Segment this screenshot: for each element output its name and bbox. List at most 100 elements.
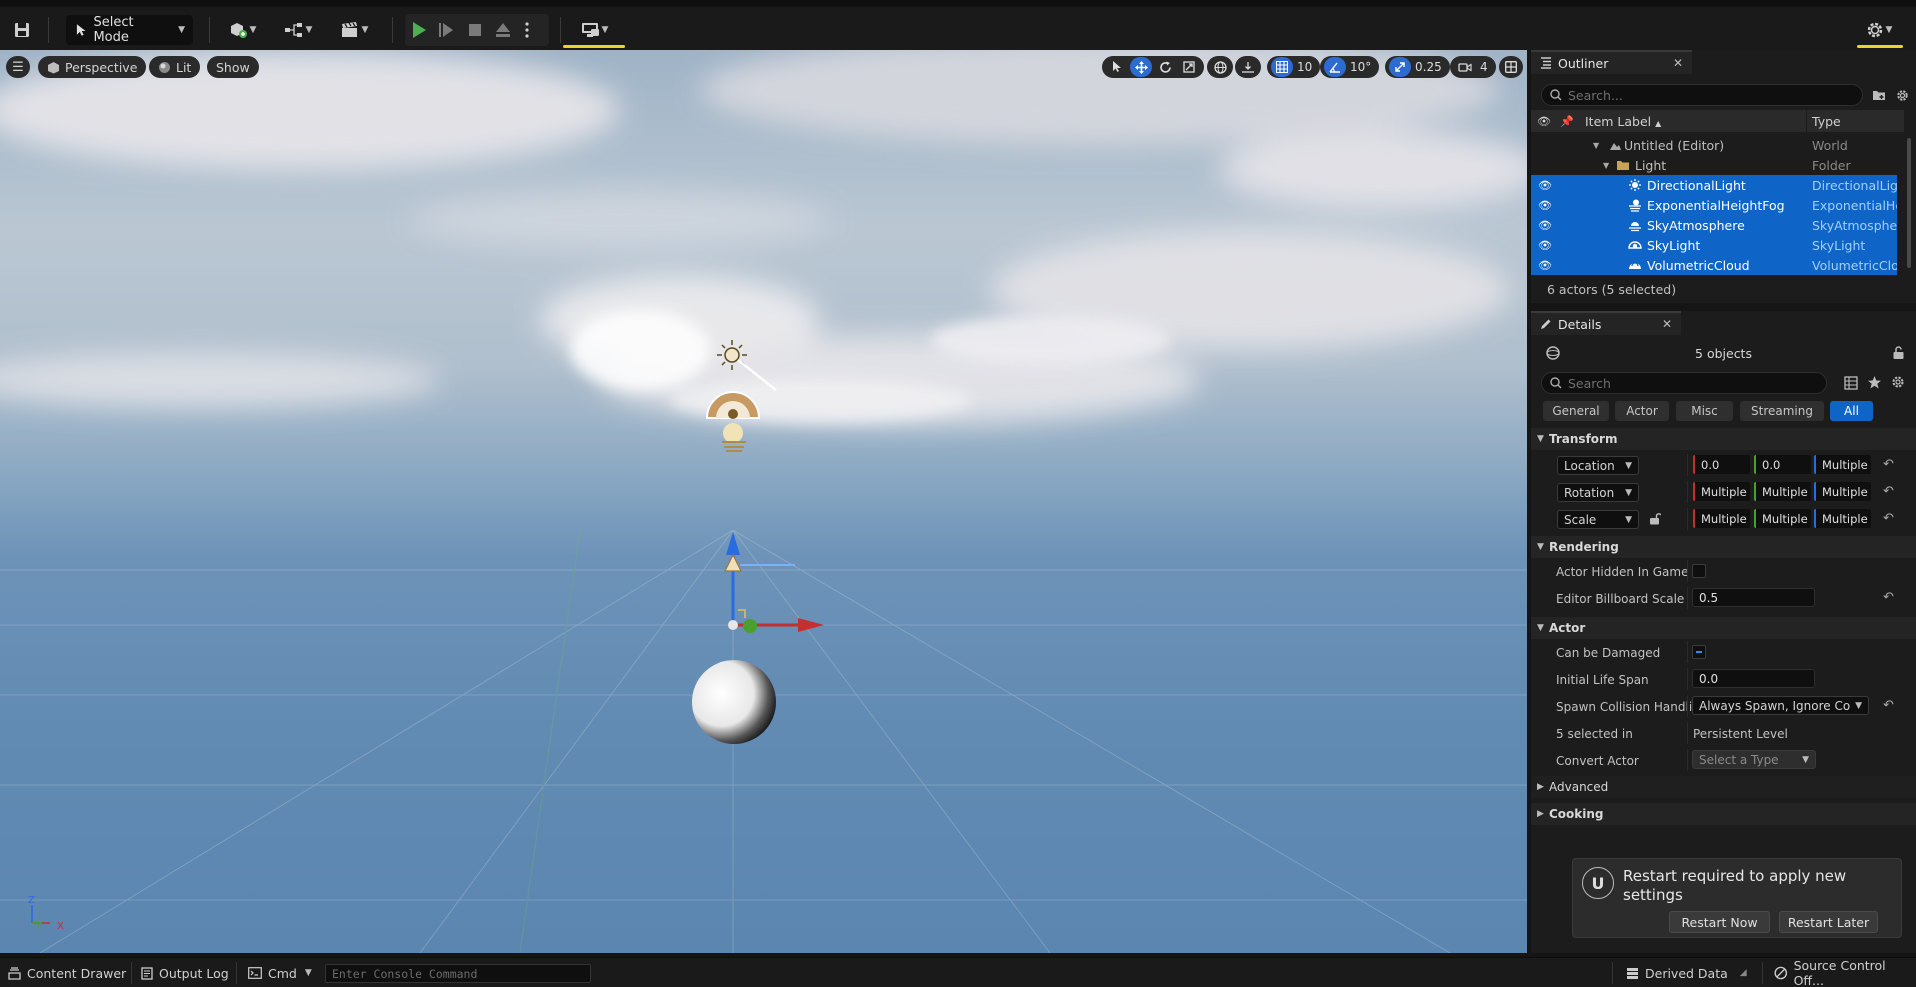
sky-light-icon[interactable]	[705, 391, 761, 419]
rotate-tool-icon[interactable]	[1154, 57, 1176, 77]
coordinate-space-button[interactable]	[1207, 56, 1233, 78]
console-command-input[interactable]	[326, 965, 590, 982]
lock-icon[interactable]	[1892, 345, 1905, 360]
reset-arrow-icon[interactable]: ↶	[1883, 590, 1894, 605]
rotation-mode-dropdown[interactable]: Rotation ▼	[1557, 483, 1639, 502]
viewport-menu-button[interactable]: ☰	[6, 56, 30, 78]
outliner-row-folder[interactable]: ▼ Light Folder	[1531, 155, 1897, 175]
more-options-icon[interactable]	[517, 15, 537, 45]
reset-arrow-icon[interactable]: ↶	[1883, 484, 1894, 499]
derived-data-button[interactable]: Derived Data ◢	[1626, 958, 1747, 987]
eject-icon[interactable]	[489, 15, 517, 45]
restart-later-button[interactable]: Restart Later	[1779, 911, 1878, 933]
outliner-search-input[interactable]	[1568, 87, 1843, 103]
visibility-column-eye-icon[interactable]: 👁	[1537, 115, 1551, 128]
sphere-mesh[interactable]	[692, 660, 776, 744]
transform-section-header[interactable]: ▼ Transform	[1531, 428, 1916, 450]
visibility-eye-icon[interactable]: 👁	[1537, 219, 1553, 232]
actor-hidden-checkbox[interactable]	[1692, 564, 1706, 578]
details-search-input[interactable]	[1568, 375, 1811, 391]
tab-outliner[interactable]: Outliner ✕	[1531, 50, 1692, 74]
expand-arrow-icon[interactable]: ▼	[1593, 141, 1599, 150]
close-icon[interactable]: ✕	[1662, 317, 1672, 331]
actor-section-header[interactable]: ▼ Actor	[1531, 617, 1916, 639]
can-be-damaged-checkbox[interactable]	[1692, 645, 1706, 659]
table-view-icon[interactable]	[1844, 376, 1858, 390]
filter-misc[interactable]: Misc	[1676, 401, 1733, 421]
filter-all[interactable]: All	[1830, 401, 1873, 421]
filter-general[interactable]: General	[1543, 401, 1609, 421]
directional-light-icon[interactable]	[717, 340, 777, 391]
outliner-scrollbar[interactable]	[1907, 138, 1911, 268]
reset-arrow-icon[interactable]: ↶	[1883, 511, 1894, 526]
type-column[interactable]: Type	[1812, 114, 1841, 129]
move-tool-icon[interactable]	[1130, 57, 1152, 77]
cinematics-button[interactable]: ▼	[334, 15, 374, 45]
location-x-field[interactable]: 0.0	[1693, 455, 1750, 474]
reset-arrow-icon[interactable]: ↶	[1883, 457, 1894, 472]
level-viewport[interactable]: ☰ Perspective Lit Show 10 10° 0.25 4 Z Y…	[0, 50, 1527, 953]
content-drawer-button[interactable]: Content Drawer	[8, 958, 126, 987]
add-actor-button[interactable]: ▼	[222, 15, 262, 45]
blueprints-button[interactable]: ▼	[278, 15, 318, 45]
spawn-collision-dropdown[interactable]: Always Spawn, Ignore Collisi ▼	[1692, 696, 1869, 715]
location-mode-dropdown[interactable]: Location ▼	[1557, 456, 1639, 475]
initial-life-span-field[interactable]: 0.0	[1692, 669, 1815, 688]
show-button[interactable]: Show	[207, 56, 259, 78]
camera-speed-control[interactable]: 4	[1450, 56, 1496, 78]
rotation-snap-control[interactable]: 10°	[1320, 56, 1380, 78]
filter-streaming[interactable]: Streaming	[1740, 401, 1824, 421]
billboard-scale-field[interactable]: 0.5	[1692, 588, 1815, 607]
outliner-row-world[interactable]: ▼ Untitled (Editor) World	[1531, 135, 1897, 155]
rotation-y-field[interactable]: Multiple	[1754, 482, 1811, 501]
close-icon[interactable]: ✕	[1673, 56, 1683, 70]
pin-column-icon[interactable]: 📌	[1560, 115, 1574, 128]
visibility-eye-icon[interactable]: 👁	[1537, 259, 1553, 272]
perspective-button[interactable]: Perspective	[38, 56, 147, 78]
advanced-section-header[interactable]: ▶ Advanced	[1531, 776, 1916, 798]
select-mode-dropdown[interactable]: Select Mode ▼	[66, 15, 193, 45]
tab-details[interactable]: Details ✕	[1531, 311, 1681, 335]
restart-now-button[interactable]: Restart Now	[1669, 911, 1770, 933]
stop-icon[interactable]	[461, 15, 489, 45]
outliner-settings-gear-icon[interactable]	[1892, 84, 1912, 106]
lit-button[interactable]: Lit	[149, 56, 201, 78]
scale-x-field[interactable]: Multiple	[1693, 509, 1750, 528]
cmd-dropdown[interactable]: Cmd ▼	[248, 958, 312, 987]
scale-tool-icon[interactable]	[1178, 57, 1200, 77]
viewport-layout-button[interactable]	[1499, 56, 1523, 78]
grid-snap-control[interactable]: 10	[1267, 56, 1321, 78]
rotation-x-field[interactable]: Multiple	[1693, 482, 1750, 501]
rotation-z-field[interactable]: Multiple	[1814, 482, 1871, 501]
play-icon[interactable]	[405, 15, 433, 45]
convert-actor-dropdown[interactable]: Select a Type ▼	[1692, 750, 1816, 769]
add-folder-icon[interactable]	[1869, 84, 1889, 106]
visibility-eye-icon[interactable]: 👁	[1537, 239, 1553, 252]
scale-mode-dropdown[interactable]: Scale ▼	[1557, 510, 1639, 529]
save-icon[interactable]	[8, 15, 36, 45]
filter-actor[interactable]: Actor	[1615, 401, 1669, 421]
reset-arrow-icon[interactable]: ↶	[1883, 698, 1894, 713]
outliner-row-volumetric-cloud[interactable]: 👁 VolumetricCloud VolumetricCloud	[1531, 255, 1897, 275]
location-y-field[interactable]: 0.0	[1754, 455, 1811, 474]
cooking-section-header[interactable]: ▶ Cooking	[1531, 803, 1916, 825]
scale-y-field[interactable]: Multiple	[1754, 509, 1811, 528]
outliner-row-sky-atmosphere[interactable]: 👁 SkyAtmosphere SkyAtmosphere	[1531, 215, 1897, 235]
rendering-section-header[interactable]: ▼ Rendering	[1531, 536, 1916, 558]
settings-button[interactable]: ▼	[1858, 15, 1900, 45]
details-settings-gear-icon[interactable]	[1891, 375, 1905, 389]
transform-gizmo[interactable]	[724, 532, 824, 633]
fog-icon[interactable]	[722, 423, 746, 452]
location-z-field[interactable]: Multiple	[1814, 455, 1871, 474]
outliner-row-exponential-height-fog[interactable]: 👁 ExponentialHeightFog ExponentialHeight…	[1531, 195, 1897, 215]
item-label-column[interactable]: Item Label ▲	[1585, 114, 1661, 129]
step-forward-icon[interactable]	[433, 15, 461, 45]
visibility-eye-icon[interactable]: 👁	[1537, 179, 1553, 192]
outliner-row-directional-light[interactable]: 👁 DirectionalLight DirectionalLight	[1531, 175, 1897, 195]
select-tool-icon[interactable]	[1106, 57, 1128, 77]
unlock-icon[interactable]	[1649, 512, 1661, 525]
scale-snap-control[interactable]: 0.25	[1385, 56, 1450, 78]
outliner-row-sky-light[interactable]: 👁 SkyLight SkyLight	[1531, 235, 1897, 255]
surface-snap-button[interactable]	[1235, 56, 1261, 78]
visibility-eye-icon[interactable]: 👁	[1537, 199, 1553, 212]
